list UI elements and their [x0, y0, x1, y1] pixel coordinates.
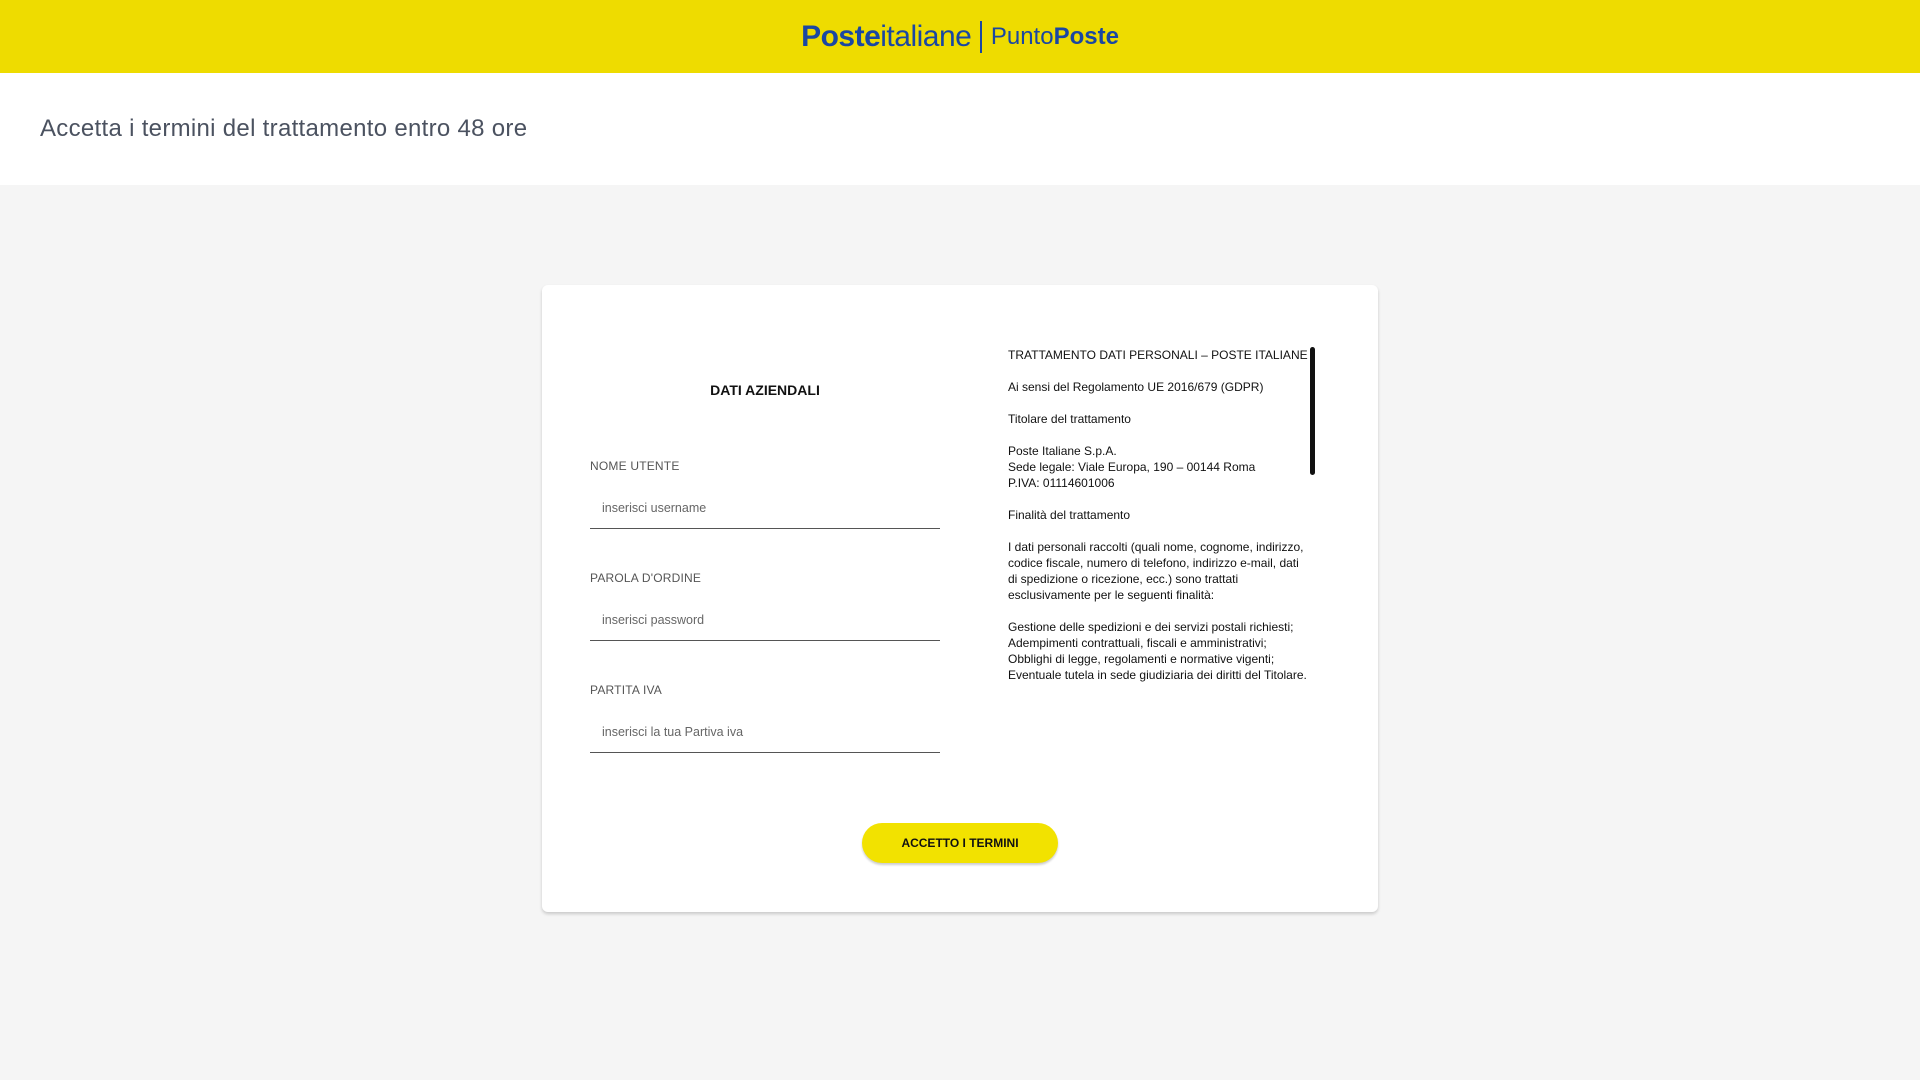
section-title: DATI AZIENDALI: [710, 382, 820, 398]
vat-input[interactable]: [590, 711, 940, 753]
top-bar: Posteitaliane PuntoPoste: [0, 0, 1920, 73]
vat-field: PARTITA IVA: [590, 683, 940, 753]
password-field: PAROLA D'ORDINE: [590, 571, 940, 641]
terms-controller-details: Poste Italiane S.p.A. Sede legale: Viale…: [1008, 444, 1256, 490]
logo-punto-poste-bold: Poste: [1053, 22, 1119, 50]
terms-purpose-intro: I dati personali raccolti (quali nome, c…: [1008, 540, 1304, 602]
terms-card: DATI AZIENDALI NOME UTENTE PAROLA D'ORDI…: [542, 285, 1378, 912]
terms-text-panel[interactable]: TRATTAMENTO DATI PERSONALI – POSTE ITALI…: [1008, 347, 1308, 707]
poste-italiane-logo: Posteitaliane PuntoPoste: [801, 20, 1119, 54]
accept-terms-button[interactable]: ACCETTO I TERMINI: [862, 823, 1058, 863]
terms-controller-title: Titolare del trattamento: [1008, 412, 1131, 426]
logo-italiane: italiane: [880, 19, 972, 53]
page-header: Accetta i termini del trattamento entro …: [0, 73, 1920, 185]
password-input[interactable]: [590, 599, 940, 641]
terms-heading: TRATTAMENTO DATI PERSONALI – POSTE ITALI…: [1008, 348, 1308, 362]
username-input[interactable]: [590, 487, 940, 529]
terms-scrollbar[interactable]: [1310, 347, 1315, 475]
username-field: NOME UTENTE: [590, 459, 940, 529]
logo-puntoposte: PuntoPoste: [991, 23, 1119, 51]
logo-punto: Punto: [990, 22, 1054, 50]
logo-poste-italiane: Posteitaliane: [801, 19, 972, 54]
page-title: Accetta i termini del trattamento entro …: [40, 115, 528, 142]
terms-purpose-list: Gestione delle spedizioni e dei servizi …: [1008, 620, 1307, 682]
logo-separator: [980, 20, 982, 53]
vat-label: PARTITA IVA: [590, 683, 662, 697]
logo-poste-bold: Poste: [801, 19, 881, 53]
terms-purpose-title: Finalità del trattamento: [1008, 508, 1131, 522]
terms-regulation: Ai sensi del Regolamento UE 2016/679 (GD…: [1008, 380, 1264, 394]
username-label: NOME UTENTE: [590, 459, 680, 473]
password-label: PAROLA D'ORDINE: [590, 571, 702, 585]
